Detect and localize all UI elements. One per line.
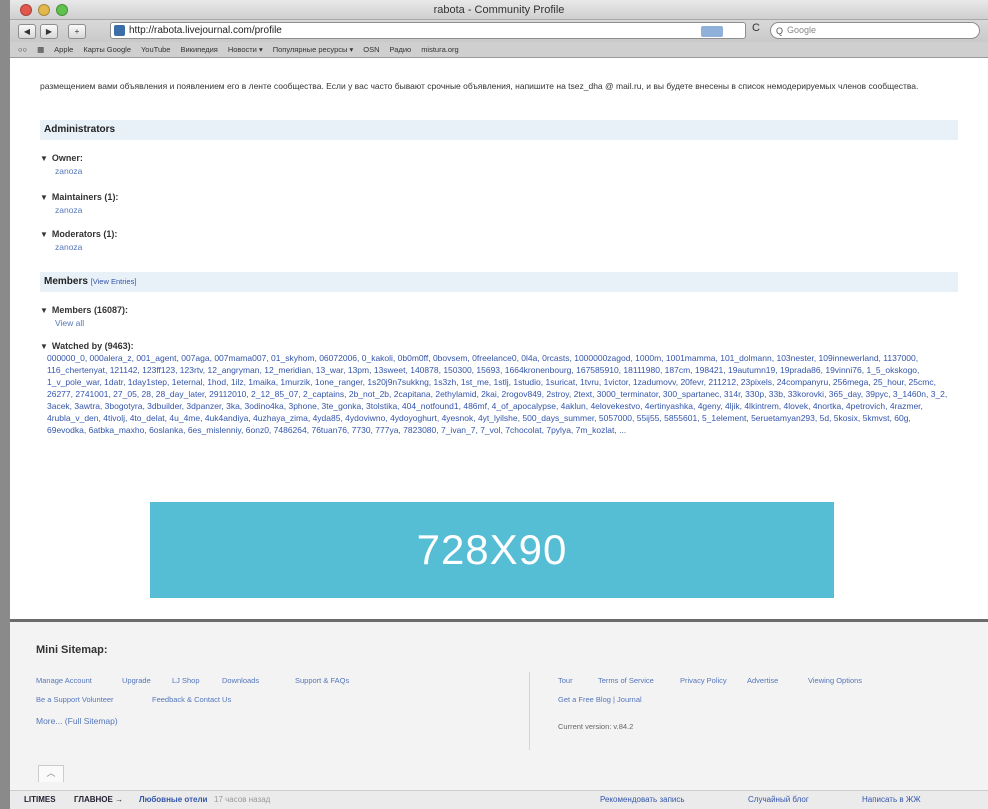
bookmark-item[interactable]: OSN: [363, 45, 379, 54]
owner-section: ▼ Owner: zanoza: [40, 152, 83, 177]
disclosure-triangle-icon: ▼: [40, 306, 48, 315]
footer-link-privacy[interactable]: Privacy Policy: [680, 676, 727, 685]
footer-link-advertise[interactable]: Advertise: [747, 676, 778, 685]
mini-sitemap-title: Mini Sitemap:: [36, 644, 108, 656]
members-header: Members [View Entries]: [40, 272, 958, 292]
url-text: http://rabota.livejournal.com/profile: [129, 25, 282, 36]
maintainer-link[interactable]: zanoza: [40, 204, 118, 216]
footer-link-feedback[interactable]: Feedback & Contact Us: [152, 695, 231, 704]
expand-bar-button[interactable]: ︿: [38, 765, 64, 782]
site-favicon-icon: [114, 25, 125, 36]
footer-link-manage-account[interactable]: Manage Account: [36, 676, 92, 685]
moderator-link[interactable]: zanoza: [40, 241, 117, 253]
bookmark-item[interactable]: Карты Google: [83, 45, 131, 54]
browser-window: rabota - Community Profile ◀ ▶ + http://…: [10, 0, 988, 809]
footer-link-volunteer[interactable]: Be a Support Volunteer: [36, 695, 114, 704]
owner-label: Owner:: [51, 153, 83, 163]
members-count-label: Members (16087):: [51, 305, 128, 315]
administrators-header: Administrators: [40, 120, 958, 140]
disclosure-triangle-icon: ▼: [40, 230, 48, 239]
close-window-button[interactable]: [20, 4, 32, 16]
title-bar: rabota - Community Profile: [10, 0, 988, 20]
footer-divider: [529, 672, 530, 750]
bookmark-item[interactable]: Популярные ресурсы ▾: [273, 45, 354, 54]
maintainers-label: Maintainers (1):: [51, 192, 119, 202]
members-title: Members: [44, 276, 88, 287]
current-version-text: Current version: v.84.2: [558, 722, 634, 731]
minimize-window-button[interactable]: [38, 4, 50, 16]
bookmark-item[interactable]: YouTube: [141, 45, 170, 54]
write-post-link[interactable]: Написать в ЖЖ: [862, 795, 921, 804]
bookmark-item[interactable]: Apple: [54, 45, 73, 54]
ad-banner-placeholder[interactable]: 728X90: [150, 502, 834, 598]
watched-by-label: Watched by (9463):: [51, 341, 134, 351]
members-toggle[interactable]: ▼ Members (16087):: [40, 304, 128, 317]
disclosure-triangle-icon: ▼: [40, 342, 48, 351]
moderators-toggle[interactable]: ▼ Moderators (1):: [40, 228, 117, 241]
search-icon: Q: [776, 26, 784, 36]
footer-link-full-sitemap[interactable]: More... (Full Sitemap): [36, 716, 118, 726]
bottom-promo-bar: LITIMES ГЛАВНОЕ → Любовные отели 17 часо…: [10, 790, 988, 809]
search-field[interactable]: Q Google: [770, 22, 980, 39]
rss-icon[interactable]: [701, 26, 723, 37]
maintainers-section: ▼ Maintainers (1): zanoza: [40, 191, 118, 216]
featured-story-time: 17 часов назад: [214, 795, 271, 804]
disclosure-triangle-icon: ▼: [40, 154, 48, 163]
bookmark-item[interactable]: Новости ▾: [228, 45, 263, 54]
footer-link-tour[interactable]: Tour: [558, 676, 573, 685]
community-description: размещением вами объявления и появлением…: [40, 81, 919, 91]
top-sites-icon[interactable]: ▦: [37, 45, 44, 54]
disclosure-triangle-icon: ▼: [40, 193, 48, 202]
page-content: размещением вами объявления и появлением…: [10, 58, 988, 809]
footer-link-viewing-options[interactable]: Viewing Options: [808, 676, 862, 685]
featured-story-link[interactable]: Любовные отели: [139, 795, 207, 804]
forward-button[interactable]: ▶: [40, 23, 58, 39]
footer-link-terms[interactable]: Terms of Service: [598, 676, 654, 685]
site-footer: Mini Sitemap: Manage Account Upgrade LJ …: [10, 619, 988, 809]
bookmark-item[interactable]: Википедия: [180, 45, 217, 54]
view-all-link[interactable]: View all: [40, 317, 128, 329]
view-entries-link[interactable]: [View Entries]: [91, 277, 137, 286]
moderators-section: ▼ Moderators (1): zanoza: [40, 228, 117, 253]
address-bar[interactable]: http://rabota.livejournal.com/profile: [110, 22, 746, 39]
footer-link-support[interactable]: Support & FAQs: [295, 676, 349, 685]
recommend-post-link[interactable]: Рекомендовать запись: [600, 795, 685, 804]
bookmarks-bar: ○○ ▦ Apple Карты Google YouTube Википеди…: [10, 42, 988, 58]
featured-label: ГЛАВНОЕ →: [74, 795, 124, 804]
owner-toggle[interactable]: ▼ Owner:: [40, 152, 83, 165]
window-controls: [20, 4, 68, 16]
reading-list-icon[interactable]: ○○: [18, 45, 27, 54]
owner-link[interactable]: zanoza: [40, 165, 83, 177]
watched-by-list[interactable]: 000000_0, 000alera_z, 001_agent, 007aga,…: [47, 352, 952, 436]
moderators-label: Moderators (1):: [51, 229, 118, 239]
footer-link-lj-shop[interactable]: LJ Shop: [172, 676, 200, 685]
search-placeholder: Google: [787, 25, 817, 35]
zoom-window-button[interactable]: [56, 4, 68, 16]
random-blog-link[interactable]: Случайный блог: [748, 795, 809, 804]
bookmark-item[interactable]: Радио: [390, 45, 412, 54]
reload-button[interactable]: C: [752, 22, 760, 34]
browser-toolbar: ◀ ▶ + http://rabota.livejournal.com/prof…: [10, 20, 988, 42]
bookmark-item[interactable]: mistura.org: [421, 45, 459, 54]
footer-link-free-blog[interactable]: Get a Free Blog | Journal: [558, 695, 642, 704]
window-title: rabota - Community Profile: [433, 4, 565, 16]
maintainers-toggle[interactable]: ▼ Maintainers (1):: [40, 191, 118, 204]
members-section: ▼ Members (16087): View all: [40, 304, 128, 329]
add-bookmark-button[interactable]: +: [68, 23, 86, 39]
footer-link-upgrade[interactable]: Upgrade: [122, 676, 151, 685]
back-button[interactable]: ◀: [18, 23, 36, 39]
footer-link-downloads[interactable]: Downloads: [222, 676, 259, 685]
brand-logo[interactable]: LITIMES: [24, 795, 56, 804]
